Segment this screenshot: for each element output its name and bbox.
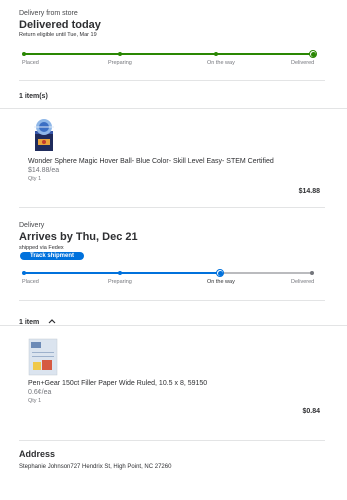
store-delivery-status: Delivered today [19,19,101,31]
store-stage-current-delivered [309,50,317,58]
shipping-header: Delivery Arrives by Thu, Dec 21 shipped … [19,222,325,251]
store-stage-label-preparing: Preparing [108,60,132,66]
store-progress-tracker [22,50,317,58]
address-line: Stephanie Johnson727 Hendrix St, High Po… [19,464,172,470]
divider [0,325,347,326]
shipping-item-total: $0.84 [302,408,320,415]
store-stage-label-on-the-way: On the way [207,60,235,66]
store-item-details: Wonder Sphere Magic Hover Ball- Blue Col… [28,158,318,182]
shipping-item-qty: Qty 1 [28,398,42,404]
store-items-count: 1 item(s) [19,93,48,100]
shipping-stage-current-on-the-way [216,269,224,277]
filler-paper-product-image[interactable] [28,338,58,376]
shipping-item-details: Pen+Gear 150ct Filler Paper Wide Ruled, … [28,380,318,404]
shipping-stage-label-delivered: Delivered [291,279,315,285]
shipping-stage-label-placed: Placed [22,279,39,285]
shipping-stage-label-preparing: Preparing [108,279,132,285]
shipping-stage-dot-placed [22,271,26,275]
shipping-label: Delivery [19,222,45,229]
divider [19,207,325,208]
store-item-qty: Qty 1 [28,176,42,182]
divider [19,300,325,301]
hover-ball-product-image[interactable] [28,117,60,153]
divider [19,440,325,441]
shipping-stage-dot-preparing [118,271,122,275]
shipping-item-name[interactable]: Pen+Gear 150ct Filler Paper Wide Ruled, … [28,380,318,387]
store-stage-dot-on-the-way [214,52,218,56]
shipping-items-toggle[interactable]: 1 item [19,311,56,329]
return-eligibility-note: Return eligible until Tue, Mar 19 [19,32,97,38]
store-item-unit-price: $14.88/ea [28,167,60,174]
shipping-arrival-status: Arrives by Thu, Dec 21 [19,231,138,243]
shipping-progress-tracker [22,269,314,277]
store-item-name[interactable]: Wonder Sphere Magic Hover Ball- Blue Col… [28,158,318,165]
store-stage-label-placed: Placed [22,60,39,66]
track-shipment-button[interactable]: Track shipment [20,252,85,260]
store-delivery-label: Delivery from store [19,10,78,17]
shipping-stage-dot-delivered [310,271,314,275]
address-section: Address Stephanie Johnson727 Hendrix St,… [19,449,325,470]
store-delivery-header: Delivery from store Delivered today Retu… [19,10,325,38]
divider [19,80,325,81]
shipping-item-unit-price: 0.6¢/ea [28,389,52,396]
shipping-carrier: shipped via Fedex [19,245,64,251]
store-stage-dot-preparing [118,52,122,56]
shipping-stage-label-on-the-way: On the way [207,279,235,285]
divider [0,108,347,109]
store-stage-label-delivered: Delivered [291,60,315,66]
chevron-up-icon[interactable] [48,311,56,329]
store-stage-dot-placed [22,52,26,56]
store-progress-bar-fill [24,53,313,55]
address-title: Address [19,449,56,459]
store-item-total: $14.88 [298,188,320,195]
